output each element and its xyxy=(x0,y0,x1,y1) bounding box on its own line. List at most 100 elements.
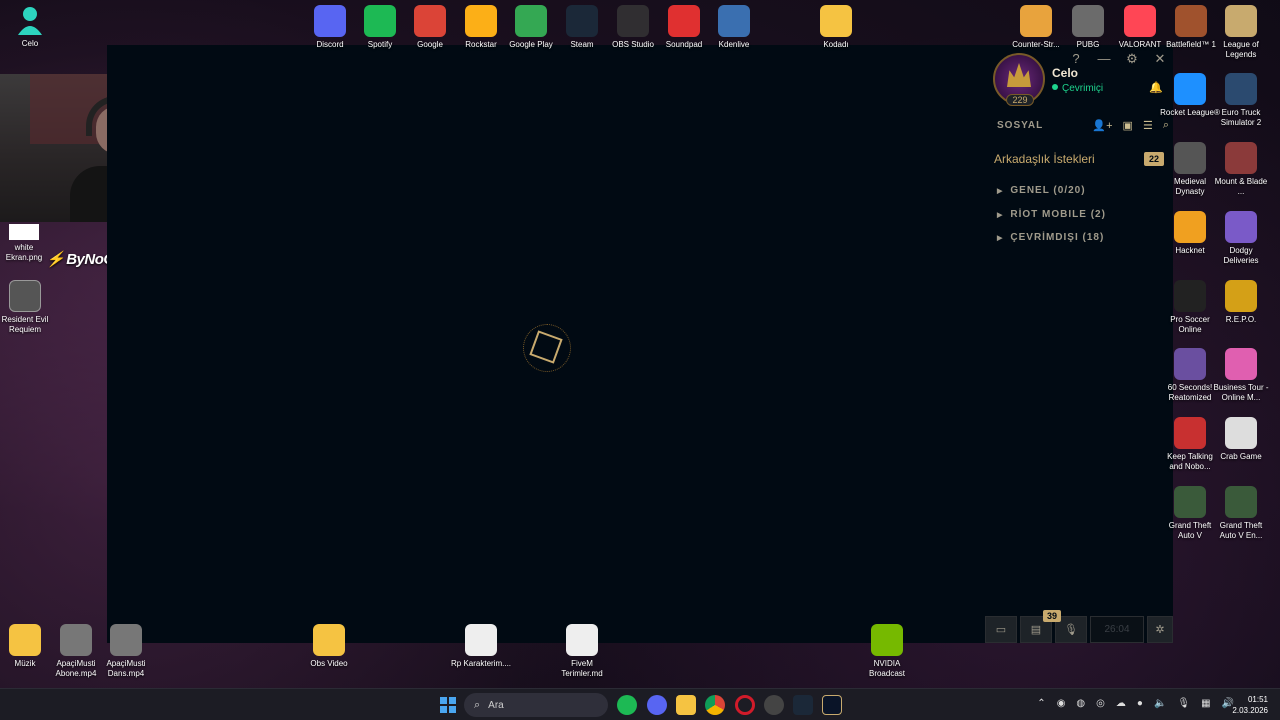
steam-taskbar-icon[interactable] xyxy=(793,695,813,715)
desktop-icon-right-5-1[interactable]: Crab Game xyxy=(1211,417,1271,462)
battlefield-icon xyxy=(1175,5,1207,37)
settings-icon[interactable]: ⚙ xyxy=(1125,51,1139,67)
desktop-icon-celo[interactable]: Celo xyxy=(0,4,60,49)
desktop-icon-top-8[interactable]: Kdenlive xyxy=(704,5,764,50)
steam-icon xyxy=(566,5,598,37)
rockstar-icon xyxy=(465,5,497,37)
desktop-icon-label: PUBG xyxy=(1076,40,1100,49)
discord-taskbar-icon[interactable] xyxy=(647,695,667,715)
chevron-right-icon: ▶ xyxy=(997,188,1004,195)
google-play-icon xyxy=(515,5,547,37)
desktop-icon-label: Rp Karakterim.... xyxy=(451,659,512,668)
discord-icon xyxy=(314,5,346,37)
group-label: GENEL (0/20) xyxy=(1010,185,1086,196)
volume-icon[interactable]: 🔈 xyxy=(1154,698,1166,709)
desktop-icon-bottom-2[interactable]: ApaçiMusti Dans.mp4 xyxy=(96,624,156,679)
minimize-icon[interactable]: — xyxy=(1097,51,1111,67)
tray-app-icon[interactable]: ◉ xyxy=(1057,698,1066,709)
discord-tray-icon[interactable]: ◍ xyxy=(1076,698,1085,709)
text-file-icon xyxy=(465,624,497,656)
desktop-icon-right-top-0[interactable]: Counter-Str... xyxy=(1006,5,1066,50)
folder-icon xyxy=(820,5,852,37)
chat-icon[interactable]: ▭ xyxy=(985,616,1017,643)
desktop-icon-label: League of Legends xyxy=(1223,40,1259,59)
windows-start-icon[interactable] xyxy=(440,697,456,713)
add-friend-icon[interactable]: 👤+ xyxy=(1092,119,1112,132)
group-label: RİOT MOBILE (2) xyxy=(1010,209,1106,220)
steam-tray-icon[interactable]: ◎ xyxy=(1096,698,1105,709)
desktop-icon-right-0-1[interactable]: Euro Truck Simulator 2 xyxy=(1211,73,1271,128)
level-badge: 229 xyxy=(1006,94,1034,106)
profile-name[interactable]: Celo xyxy=(1052,66,1078,80)
desktop-icon-bottom-3[interactable]: Obs Video xyxy=(299,624,359,669)
taskbar-clock[interactable]: 01:51 2.03.2026 xyxy=(1232,694,1268,716)
cloud-tray-icon[interactable]: ☁ xyxy=(1116,698,1126,709)
game-icon xyxy=(9,280,41,312)
keep-talking-icon xyxy=(1174,417,1206,449)
desktop-icon-bottom-6[interactable]: NVIDIA Broadcast xyxy=(857,624,917,679)
notification-count-badge: 39 xyxy=(1043,610,1062,622)
desktop-icon-right-2-1[interactable]: Dodgy Deliveries xyxy=(1211,211,1271,266)
spotify-tray-icon[interactable]: ● xyxy=(1137,698,1143,709)
bug-report-icon[interactable]: ✲ xyxy=(1147,616,1173,643)
text-file-icon xyxy=(566,624,598,656)
desktop-icon-resident-evil[interactable]: Resident Evil Requiem xyxy=(0,280,55,335)
gta-icon xyxy=(1225,486,1257,518)
wifi-icon[interactable]: ▦ xyxy=(1201,698,1210,709)
social-panel: ? — ⚙ ✕ 229 Celo Çevrimiçi 🔔 SOSYAL 👤+ ▣… xyxy=(987,45,1173,643)
desktop-icon-right-top-1[interactable]: PUBG xyxy=(1058,5,1118,50)
desktop-icon-right-top-4[interactable]: League of Legends xyxy=(1211,5,1271,60)
desktop-icon-bottom-4[interactable]: Rp Karakterim.... xyxy=(451,624,511,669)
mic-tray-icon[interactable]: 🎙 xyxy=(1177,698,1190,709)
chrome-taskbar-icon[interactable] xyxy=(705,695,725,715)
client-bottom-bar: ▭ ▤ 🎙 26:04 ✲ xyxy=(985,616,1173,643)
window-controls: ? — ⚙ ✕ xyxy=(1069,51,1167,67)
soundpad-icon xyxy=(668,5,700,37)
rocket-league-icon xyxy=(1174,73,1206,105)
dodgy-icon xyxy=(1225,211,1257,243)
desktop-icon-right-3-1[interactable]: R.E.P.O. xyxy=(1211,280,1271,325)
desktop-icon-top-9[interactable]: Kodadı xyxy=(806,5,866,50)
folder-icon xyxy=(313,624,345,656)
spotify-taskbar-icon[interactable] xyxy=(617,695,637,715)
desktop-icon-right-4-1[interactable]: Business Tour - Online M... xyxy=(1211,348,1271,403)
list-icon[interactable]: ☰ xyxy=(1143,119,1153,132)
desktop-icon-right-6-1[interactable]: Grand Theft Auto V En... xyxy=(1211,486,1271,541)
chevron-up-icon[interactable]: ⌃ xyxy=(1037,698,1045,709)
desktop-icon-label: Obs Video xyxy=(310,659,348,668)
desktop-icon-label: Kodadı xyxy=(823,40,849,49)
taskbar-search[interactable]: ⌕ Ara xyxy=(464,693,608,717)
obs-taskbar-icon[interactable] xyxy=(764,695,784,715)
profile-status[interactable]: Çevrimiçi xyxy=(1052,83,1103,94)
friend-requests-label: Arkadaşlık İstekleri xyxy=(994,152,1095,166)
league-taskbar-icon[interactable] xyxy=(822,695,842,715)
group-riot-mobile[interactable]: ▶ RİOT MOBILE (2) xyxy=(997,209,1106,220)
status-dot-icon xyxy=(1052,84,1058,90)
csgo-icon xyxy=(1020,5,1052,37)
desktop-icon-right-1-1[interactable]: Mount & Blade ... xyxy=(1211,142,1271,197)
pubg-icon xyxy=(1072,5,1104,37)
desktop-icon-label: Celo xyxy=(21,39,39,48)
add-folder-icon[interactable]: ▣ xyxy=(1123,119,1133,132)
desktop-icon-label: Business Tour - Online M... xyxy=(1213,383,1269,402)
file-explorer-taskbar-icon[interactable] xyxy=(676,695,696,715)
desktop-icon-label: Kdenlive xyxy=(718,40,750,49)
crown-icon xyxy=(1007,63,1031,87)
group-offline[interactable]: ▶ ÇEVRİMDIŞI (18) xyxy=(997,232,1104,243)
search-icon[interactable]: ⌕ xyxy=(1163,119,1169,132)
folder-icon xyxy=(9,624,41,656)
desktop-icon-label: FiveM Terimler.md xyxy=(561,659,603,678)
desktop-icon-label: Resident Evil Requiem xyxy=(1,315,49,334)
video-file-icon xyxy=(60,624,92,656)
image-file-icon xyxy=(9,224,39,240)
group-genel[interactable]: ▶ GENEL (0/20) xyxy=(997,185,1086,196)
taskbar: ⌕ Ara ⌃ ◉ ◍ ◎ ☁ ● 🔈 🎙 ▦ 🔊 01:51 2.03.2026 xyxy=(0,688,1280,720)
desktop-icon-bottom-5[interactable]: FiveM Terimler.md xyxy=(552,624,612,679)
opera-taskbar-icon[interactable] xyxy=(735,695,755,715)
close-icon[interactable]: ✕ xyxy=(1153,51,1167,67)
chevron-right-icon: ▶ xyxy=(997,235,1004,242)
help-icon[interactable]: ? xyxy=(1069,51,1083,67)
friend-requests[interactable]: Arkadaşlık İstekleri 22 xyxy=(994,152,1164,166)
search-placeholder: Ara xyxy=(488,699,504,711)
clock-time: 01:51 xyxy=(1247,695,1268,704)
